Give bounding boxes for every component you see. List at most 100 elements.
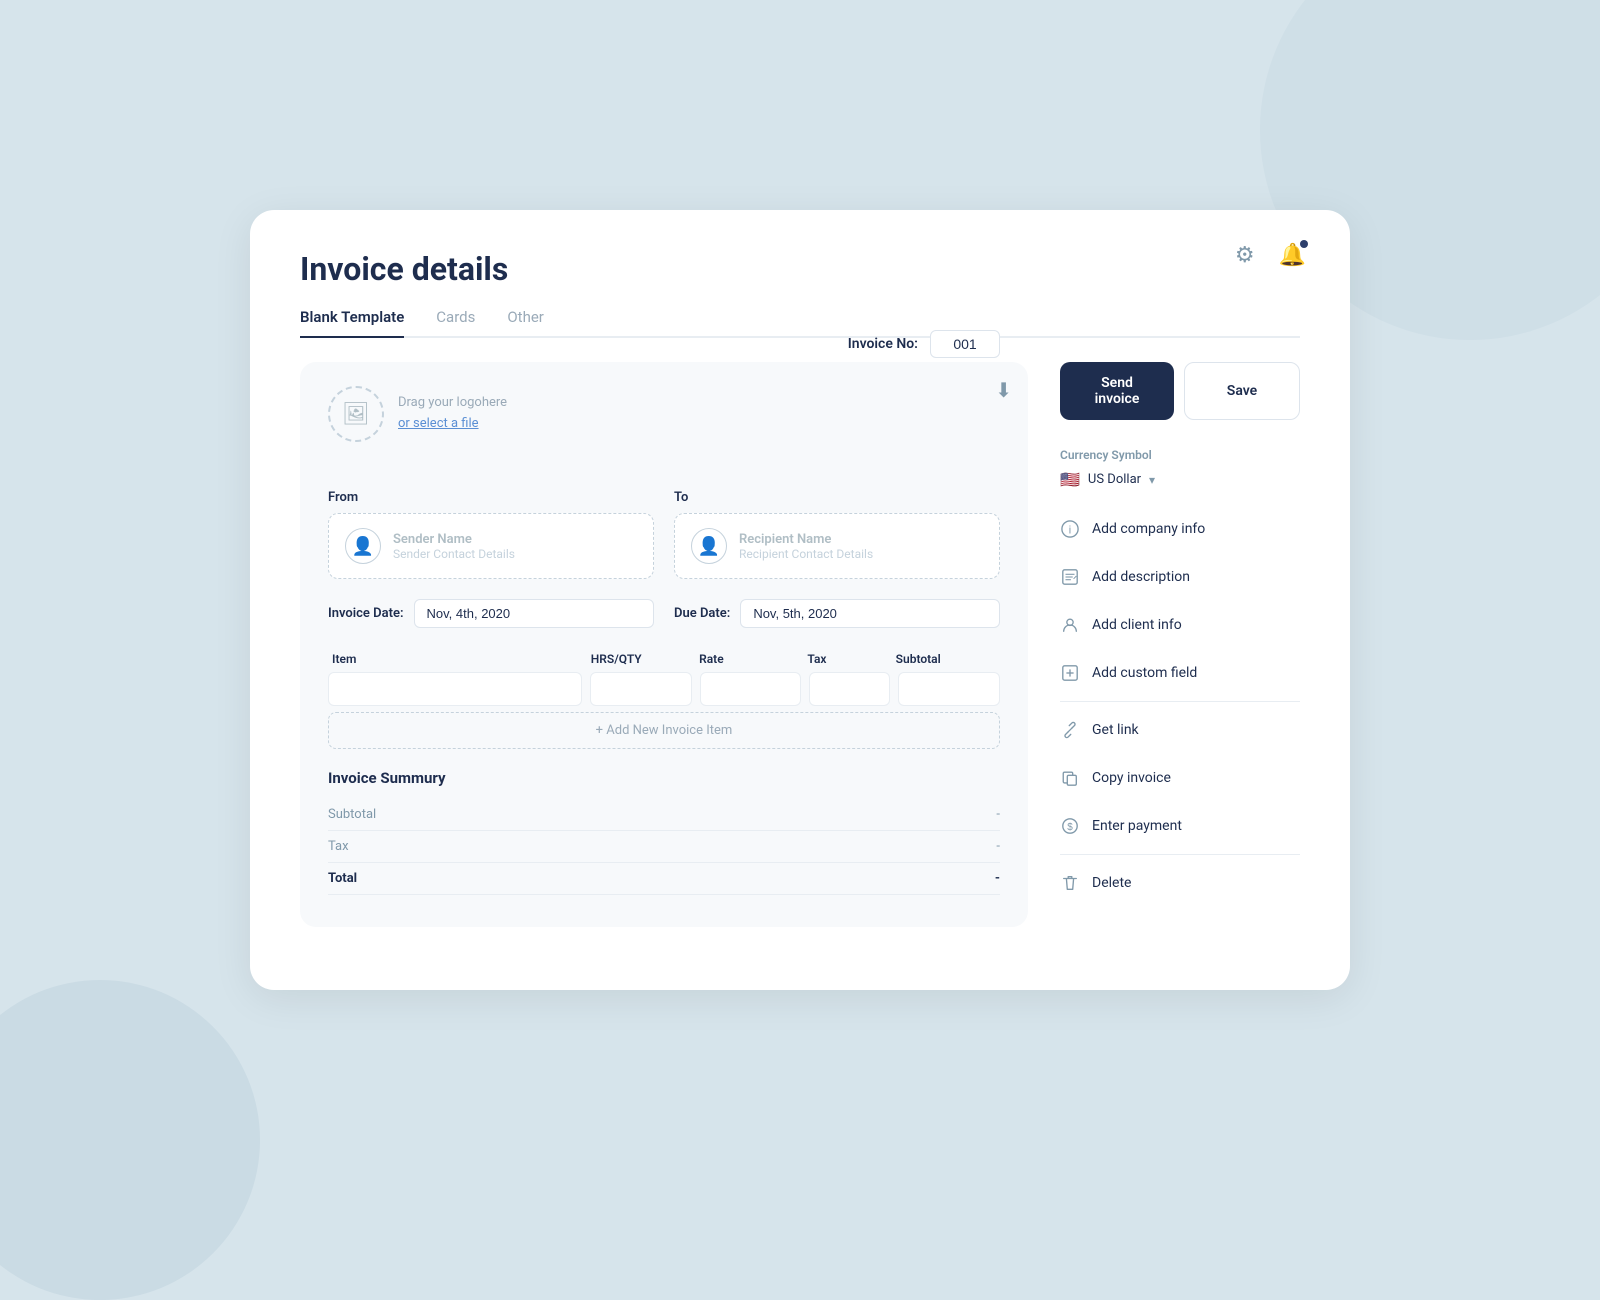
logo-placeholder: 🖼 xyxy=(328,386,384,442)
add-company-info-button[interactable]: i Add company info xyxy=(1060,505,1300,553)
delete-button[interactable]: Delete xyxy=(1060,859,1300,907)
currency-chevron-icon: ▾ xyxy=(1149,473,1155,487)
add-custom-field-button[interactable]: Add custom field xyxy=(1060,649,1300,697)
invoice-panel: ⬇ 🖼 Drag your logohere or select a file … xyxy=(300,362,1028,927)
currency-name: US Dollar xyxy=(1088,472,1141,487)
main-content: ⬇ 🖼 Drag your logohere or select a file … xyxy=(300,362,1300,927)
invoice-summary: Invoice Summury Subtotal - Tax - Total - xyxy=(328,769,1000,895)
due-date-label: Due Date: xyxy=(674,606,730,621)
from-to-row: From 👤 Sender Name Sender Contact Detail… xyxy=(328,490,1000,579)
svg-text:i: i xyxy=(1069,525,1071,537)
col-tax: Tax xyxy=(807,652,887,666)
action-buttons: Send invoice Save xyxy=(1060,362,1300,420)
item-cell-name[interactable] xyxy=(328,672,582,706)
summary-row-subtotal: Subtotal - xyxy=(328,799,1000,831)
invoice-date-field: Invoice Date: xyxy=(328,599,654,628)
trash-icon xyxy=(1060,873,1080,893)
summary-subtotal-value: - xyxy=(996,807,1000,822)
invoice-no-label: Invoice No: xyxy=(848,336,918,352)
col-item: Item xyxy=(332,652,583,666)
save-button[interactable]: Save xyxy=(1184,362,1300,420)
sender-name: Sender Name xyxy=(393,532,515,547)
custom-field-icon xyxy=(1060,663,1080,683)
settings-button[interactable]: ⚙ xyxy=(1231,238,1259,272)
recipient-icon: 👤 xyxy=(691,528,727,564)
summary-title: Invoice Summury xyxy=(328,769,1000,787)
select-file-link[interactable]: or select a file xyxy=(398,416,479,431)
send-invoice-button[interactable]: Send invoice xyxy=(1060,362,1174,420)
top-icons: ⚙ 🔔 xyxy=(1231,238,1310,272)
from-label: From xyxy=(328,490,654,505)
sender-info: Sender Name Sender Contact Details xyxy=(393,532,515,561)
sender-card[interactable]: 👤 Sender Name Sender Contact Details xyxy=(328,513,654,579)
summary-total-value: - xyxy=(995,871,1000,886)
logo-area: 🖼 Drag your logohere or select a file xyxy=(328,386,507,442)
enter-payment-button[interactable]: $ Enter payment xyxy=(1060,802,1300,850)
summary-row-total: Total - xyxy=(328,863,1000,895)
col-rate: Rate xyxy=(699,652,799,666)
item-cell-subtotal[interactable] xyxy=(898,672,1000,706)
invoice-date-label: Invoice Date: xyxy=(328,606,404,621)
recipient-details: Recipient Contact Details xyxy=(739,547,873,561)
notification-badge xyxy=(1300,240,1308,248)
tab-blank-template[interactable]: Blank Template xyxy=(300,308,404,338)
currency-flag: 🇺🇸 xyxy=(1060,470,1080,489)
add-company-info-label: Add company info xyxy=(1092,521,1205,537)
items-header: Item HRS/QTY Rate Tax Subtotal xyxy=(328,652,1000,666)
get-link-label: Get link xyxy=(1092,722,1139,738)
currency-selector[interactable]: 🇺🇸 US Dollar ▾ xyxy=(1060,470,1300,489)
to-label: To xyxy=(674,490,1000,505)
link-icon xyxy=(1060,720,1080,740)
add-custom-field-label: Add custom field xyxy=(1092,665,1197,681)
logo-text: Drag your logohere or select a file xyxy=(398,393,507,435)
notifications-button[interactable]: 🔔 xyxy=(1275,238,1310,272)
payment-icon: $ xyxy=(1060,816,1080,836)
add-description-button[interactable]: Add description xyxy=(1060,553,1300,601)
client-info-icon xyxy=(1060,615,1080,635)
summary-total-label: Total xyxy=(328,871,357,886)
item-cell-hrs[interactable] xyxy=(590,672,692,706)
due-date-field: Due Date: xyxy=(674,599,1000,628)
item-cell-tax[interactable] xyxy=(809,672,890,706)
right-sidebar: Send invoice Save Currency Symbol 🇺🇸 US … xyxy=(1060,362,1300,907)
recipient-name: Recipient Name xyxy=(739,532,873,547)
divider-1 xyxy=(1060,701,1300,702)
download-icon: ⬇ xyxy=(995,380,1012,402)
sidebar-actions: i Add company info xyxy=(1060,505,1300,907)
tab-cards[interactable]: Cards xyxy=(436,308,475,336)
copy-invoice-label: Copy invoice xyxy=(1092,770,1171,786)
due-date-input[interactable] xyxy=(740,599,1000,628)
col-subtotal: Subtotal xyxy=(896,652,996,666)
add-description-label: Add description xyxy=(1092,569,1190,585)
app-card: ⚙ 🔔 Invoice details Blank Template Cards… xyxy=(250,210,1350,990)
col-hrs-qty: HRS/QTY xyxy=(591,652,691,666)
copy-icon xyxy=(1060,768,1080,788)
currency-section: Currency Symbol 🇺🇸 US Dollar ▾ xyxy=(1060,448,1300,489)
logo-and-invoice-no: 🖼 Drag your logohere or select a file In… xyxy=(328,386,1000,466)
currency-label: Currency Symbol xyxy=(1060,448,1300,462)
table-row xyxy=(328,672,1000,706)
recipient-info: Recipient Name Recipient Contact Details xyxy=(739,532,873,561)
tab-other[interactable]: Other xyxy=(507,308,544,336)
invoice-no-row: Invoice No: xyxy=(848,330,1000,358)
page-title: Invoice details xyxy=(300,250,1300,288)
summary-subtotal-label: Subtotal xyxy=(328,807,376,822)
get-link-button[interactable]: Get link xyxy=(1060,706,1300,754)
add-client-info-button[interactable]: Add client info xyxy=(1060,601,1300,649)
company-info-icon: i xyxy=(1060,519,1080,539)
recipient-card[interactable]: 👤 Recipient Name Recipient Contact Detai… xyxy=(674,513,1000,579)
add-item-button[interactable]: + Add New Invoice Item xyxy=(328,712,1000,749)
download-button[interactable]: ⬇ xyxy=(995,378,1012,403)
summary-tax-value: - xyxy=(996,839,1000,854)
from-section: From 👤 Sender Name Sender Contact Detail… xyxy=(328,490,654,579)
add-client-info-label: Add client info xyxy=(1092,617,1182,633)
invoice-no-input[interactable] xyxy=(930,330,1000,358)
enter-payment-label: Enter payment xyxy=(1092,818,1182,834)
description-icon xyxy=(1060,567,1080,587)
tabs-container: Blank Template Cards Other xyxy=(300,308,1300,338)
copy-invoice-button[interactable]: Copy invoice xyxy=(1060,754,1300,802)
item-cell-rate[interactable] xyxy=(700,672,802,706)
invoice-date-input[interactable] xyxy=(414,599,654,628)
delete-label: Delete xyxy=(1092,875,1131,891)
svg-text:$: $ xyxy=(1067,822,1073,833)
